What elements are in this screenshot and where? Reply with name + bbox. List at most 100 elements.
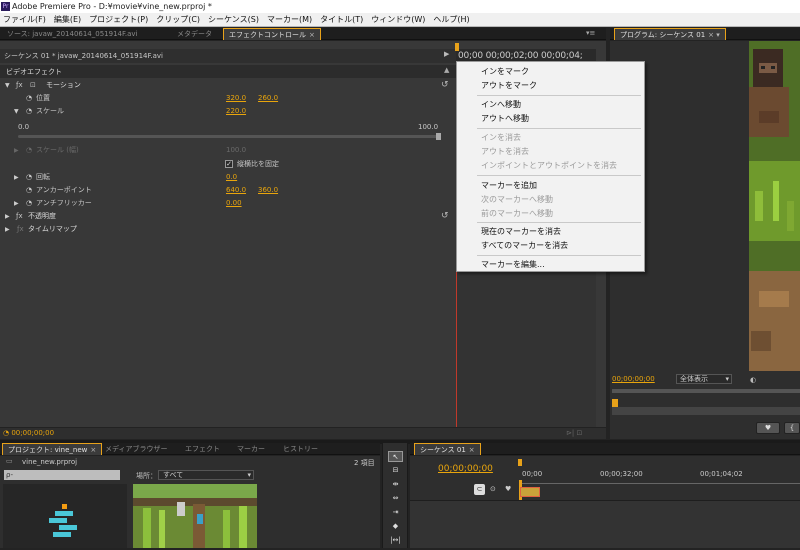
menu-help[interactable]: ヘルプ(H) bbox=[429, 13, 473, 27]
ripple-edit-tool-icon[interactable]: ⇹ bbox=[388, 479, 403, 490]
reset-icon[interactable]: ↺ bbox=[441, 210, 449, 223]
scale-value[interactable]: 220.0 bbox=[226, 105, 246, 118]
opacity-row[interactable]: ▶ ƒx 不透明度 ↺ bbox=[0, 210, 456, 223]
razor-tool-icon[interactable]: ◆ bbox=[388, 521, 403, 532]
menu-item-clear-current-marker[interactable]: 現在のマーカーを消去 bbox=[481, 225, 561, 238]
motion-row[interactable]: ▼ ƒx ⊡ モーション ↺ bbox=[0, 79, 456, 92]
anchor-x-value[interactable]: 640.0 bbox=[226, 184, 246, 197]
program-zoom-bar[interactable] bbox=[612, 407, 800, 415]
tab-effect-controls[interactable]: エフェクトコントロール × bbox=[223, 28, 321, 40]
timeline-ruler[interactable] bbox=[522, 478, 800, 484]
position-x-value[interactable]: 320.0 bbox=[226, 92, 246, 105]
expand-triangle-icon[interactable]: ▼ bbox=[14, 105, 19, 118]
expand-triangle-icon[interactable]: ▶ bbox=[14, 197, 19, 210]
menu-item-add-marker[interactable]: マーカーを追加 bbox=[481, 179, 537, 192]
clip-thumbnail[interactable] bbox=[133, 484, 257, 548]
expand-triangle-icon[interactable]: ▶ bbox=[5, 210, 10, 223]
snap-icon[interactable]: ⊂ bbox=[474, 484, 485, 495]
scale-slider-thumb[interactable] bbox=[436, 133, 441, 140]
ec-footer: ◔ 00;00;00;00 ⊳| ⊡ bbox=[0, 427, 606, 439]
reset-icon[interactable]: ↺ bbox=[441, 79, 449, 92]
track-select-tool-icon[interactable]: ⊟ bbox=[388, 465, 403, 476]
menu-file[interactable]: ファイル(F) bbox=[0, 13, 50, 27]
tab-media-browser[interactable]: メディアブラウザー bbox=[100, 443, 173, 455]
timeline-tracks-area[interactable] bbox=[410, 500, 800, 548]
menu-marker[interactable]: マーカー(M) bbox=[263, 13, 316, 27]
menu-item-edit-marker[interactable]: マーカーを編集... bbox=[481, 258, 545, 271]
play-triangle-icon[interactable]: ▶ bbox=[444, 50, 449, 58]
position-y-value[interactable]: 260.0 bbox=[258, 92, 278, 105]
stopwatch-icon[interactable]: ◔ bbox=[26, 105, 32, 118]
close-icon[interactable]: × bbox=[90, 446, 96, 454]
tab-effects[interactable]: エフェクト bbox=[180, 443, 225, 455]
anti-flicker-value[interactable]: 0.00 bbox=[226, 197, 242, 210]
stopwatch-icon[interactable]: ◔ bbox=[26, 92, 32, 105]
menu-item-clear-all-markers[interactable]: すべてのマーカーを消去 bbox=[481, 239, 568, 252]
scale-slider-track[interactable] bbox=[18, 133, 441, 140]
program-zoom-select[interactable]: 全体表示 ▾ bbox=[676, 374, 732, 384]
add-marker-button[interactable]: ♥ bbox=[756, 422, 780, 434]
timeline-playhead-top[interactable] bbox=[518, 459, 522, 466]
video-effects-label: ビデオエフェクト bbox=[6, 68, 62, 76]
menu-item-mark-in[interactable]: インをマーク bbox=[481, 65, 529, 78]
stopwatch-icon[interactable]: ◔ bbox=[26, 171, 32, 184]
rotation-value[interactable]: 0.0 bbox=[226, 171, 237, 184]
location-select[interactable]: すべて ▾ bbox=[158, 470, 254, 480]
anti-flicker-label: アンチフリッカー bbox=[36, 199, 92, 207]
expand-triangle-icon[interactable]: ▶ bbox=[14, 171, 19, 184]
close-icon[interactable]: × ▾ bbox=[708, 31, 720, 39]
tab-source[interactable]: ソース: javaw_20140614_051914F.avi bbox=[2, 28, 142, 40]
ec-footer-icons[interactable]: ⊳| ⊡ bbox=[566, 429, 582, 437]
panel-menu-icon[interactable]: ▾≡ bbox=[586, 29, 595, 37]
expand-triangle-icon[interactable]: ▶ bbox=[5, 223, 10, 236]
close-icon[interactable]: × bbox=[309, 31, 315, 39]
program-video-frame[interactable] bbox=[749, 41, 800, 371]
uniform-scale-checkbox[interactable]: ✓ bbox=[225, 160, 233, 168]
playhead-marker[interactable] bbox=[455, 43, 459, 51]
close-icon[interactable]: × bbox=[469, 446, 475, 454]
fx-icon[interactable]: ƒx bbox=[16, 79, 23, 92]
tab-sequence[interactable]: シーケンス 01 × bbox=[414, 443, 481, 455]
menu-item-go-to-in[interactable]: インへ移動 bbox=[481, 98, 521, 111]
tab-program[interactable]: プログラム: シーケンス 01 × ▾ bbox=[614, 28, 726, 40]
sequence-thumbnail[interactable] bbox=[3, 484, 127, 548]
link-icon[interactable]: ⊙ bbox=[490, 485, 496, 493]
menu-sequence[interactable]: シーケンス(S) bbox=[204, 13, 263, 27]
timeline-clip-marker[interactable] bbox=[520, 487, 540, 497]
menu-item-mark-out[interactable]: アウトをマーク bbox=[481, 79, 537, 92]
expand-triangle-icon[interactable]: ▼ bbox=[5, 79, 10, 92]
rolling-edit-tool-icon[interactable]: ⇔ bbox=[388, 493, 403, 504]
timeline-tabbar: シーケンス 01 × bbox=[410, 443, 800, 455]
menu-item-go-to-out[interactable]: アウトへ移動 bbox=[481, 112, 529, 125]
rate-stretch-tool-icon[interactable]: ⇥ bbox=[388, 507, 403, 518]
anchor-y-value[interactable]: 360.0 bbox=[258, 184, 278, 197]
stopwatch-icon[interactable]: ◔ bbox=[26, 184, 32, 197]
menu-project[interactable]: プロジェクト(P) bbox=[85, 13, 152, 27]
tab-metadata[interactable]: メタデータ bbox=[172, 28, 217, 40]
program-playhead[interactable] bbox=[612, 399, 618, 407]
mark-in-button[interactable]: { bbox=[784, 422, 800, 434]
menu-edit[interactable]: 編集(E) bbox=[50, 13, 85, 27]
stopwatch-icon[interactable]: ◔ bbox=[26, 197, 32, 210]
collapse-up-icon[interactable]: ▲ bbox=[444, 66, 449, 74]
selection-tool-icon[interactable]: ↖ bbox=[388, 451, 403, 462]
slip-tool-icon[interactable]: |↔| bbox=[388, 535, 403, 546]
timeline-timecode[interactable]: 00;00;00;00 bbox=[438, 464, 493, 474]
ec-current-time[interactable]: ◔ 00;00;00;00 bbox=[3, 429, 54, 437]
project-search-input[interactable]: ρ- bbox=[4, 470, 120, 480]
fx-icon[interactable]: ƒx bbox=[16, 210, 23, 223]
tab-markers[interactable]: マーカー bbox=[232, 443, 270, 455]
scale-slider-min: 0.0 bbox=[18, 123, 30, 131]
motion-transform-icon[interactable]: ⊡ bbox=[30, 79, 36, 92]
settings-wrench-icon[interactable]: ◐ bbox=[750, 376, 756, 384]
menu-title[interactable]: タイトル(T) bbox=[316, 13, 367, 27]
time-remap-row[interactable]: ▶ ƒx タイムリマップ bbox=[0, 223, 456, 236]
tab-project[interactable]: プロジェクト: vine_new × bbox=[2, 443, 103, 455]
scale-slider-row: 0.0 100.0 bbox=[0, 121, 456, 134]
menu-window[interactable]: ウィンドウ(W) bbox=[367, 13, 429, 27]
program-timecode[interactable]: 00;00;00;00 bbox=[612, 375, 655, 383]
program-scrubber[interactable] bbox=[612, 389, 800, 393]
tab-history[interactable]: ヒストリー bbox=[278, 443, 323, 455]
menu-clip[interactable]: クリップ(C) bbox=[152, 13, 204, 27]
add-marker-icon[interactable]: ♥ bbox=[505, 485, 511, 493]
